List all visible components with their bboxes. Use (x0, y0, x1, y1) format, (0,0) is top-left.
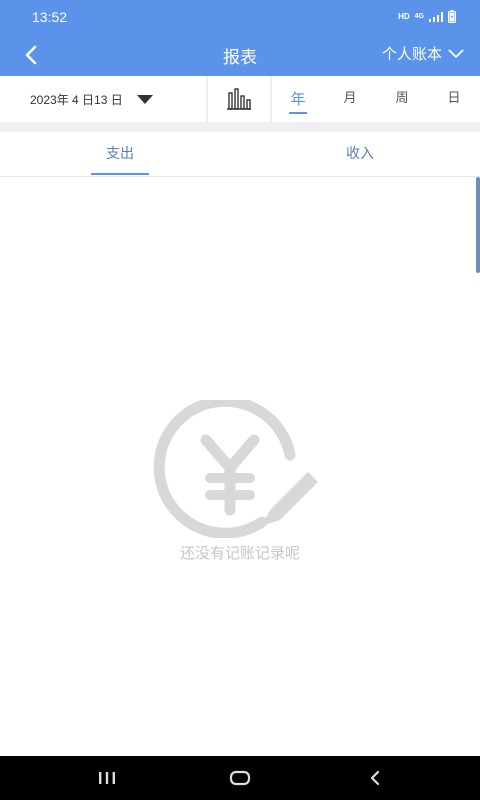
period-tab-month[interactable]: 月 (324, 76, 376, 122)
status-time: 13:52 (32, 9, 68, 25)
hd-indicator: HD (398, 12, 410, 21)
status-icons: HD 4G (398, 10, 456, 23)
book-selector[interactable]: 个人账本 (382, 43, 464, 64)
status-bar: 13:52 HD 4G (0, 0, 480, 34)
home-button[interactable] (210, 756, 270, 800)
period-tab-week[interactable]: 周 (376, 76, 428, 122)
app-bar: 报表 个人账本 (0, 34, 480, 76)
system-back-button[interactable] (345, 756, 405, 800)
empty-state: 还没有记账记录呢 (0, 400, 480, 563)
period-tab-day[interactable]: 日 (428, 76, 480, 122)
period-tab-year[interactable]: 年 (272, 76, 324, 122)
battery-icon (448, 10, 456, 23)
home-icon (229, 770, 251, 786)
section-gap (0, 122, 480, 132)
back-chevron-icon (370, 770, 380, 786)
tab-expense[interactable]: 支出 (90, 132, 150, 176)
empty-message: 还没有记账记录呢 (179, 544, 300, 562)
chevron-down-icon (448, 49, 464, 58)
chart-toggle-button[interactable] (208, 76, 270, 122)
book-selector-label: 个人账本 (381, 45, 442, 63)
yen-record-icon (153, 400, 318, 538)
type-tabs: 支出 收入 (0, 132, 480, 177)
bar-chart-icon (227, 88, 251, 110)
system-nav-bar (0, 756, 480, 800)
network-type: 4G (414, 12, 424, 20)
tab-underline (91, 173, 149, 175)
caret-down-icon (136, 94, 153, 104)
recent-apps-icon (99, 772, 115, 784)
date-label: 2023年 4 日13 日 (30, 92, 123, 107)
signal-icon (429, 11, 443, 22)
period-tabs: 年 月 周 日 (272, 76, 480, 122)
tab-income[interactable]: 收入 (330, 132, 390, 176)
filter-bar: 2023年 4 日13 日 年 月 周 日 (0, 76, 480, 122)
recent-apps-button[interactable] (77, 756, 137, 800)
date-picker[interactable]: 2023年 4 日13 日 (0, 76, 206, 122)
scrollbar[interactable] (476, 177, 480, 273)
